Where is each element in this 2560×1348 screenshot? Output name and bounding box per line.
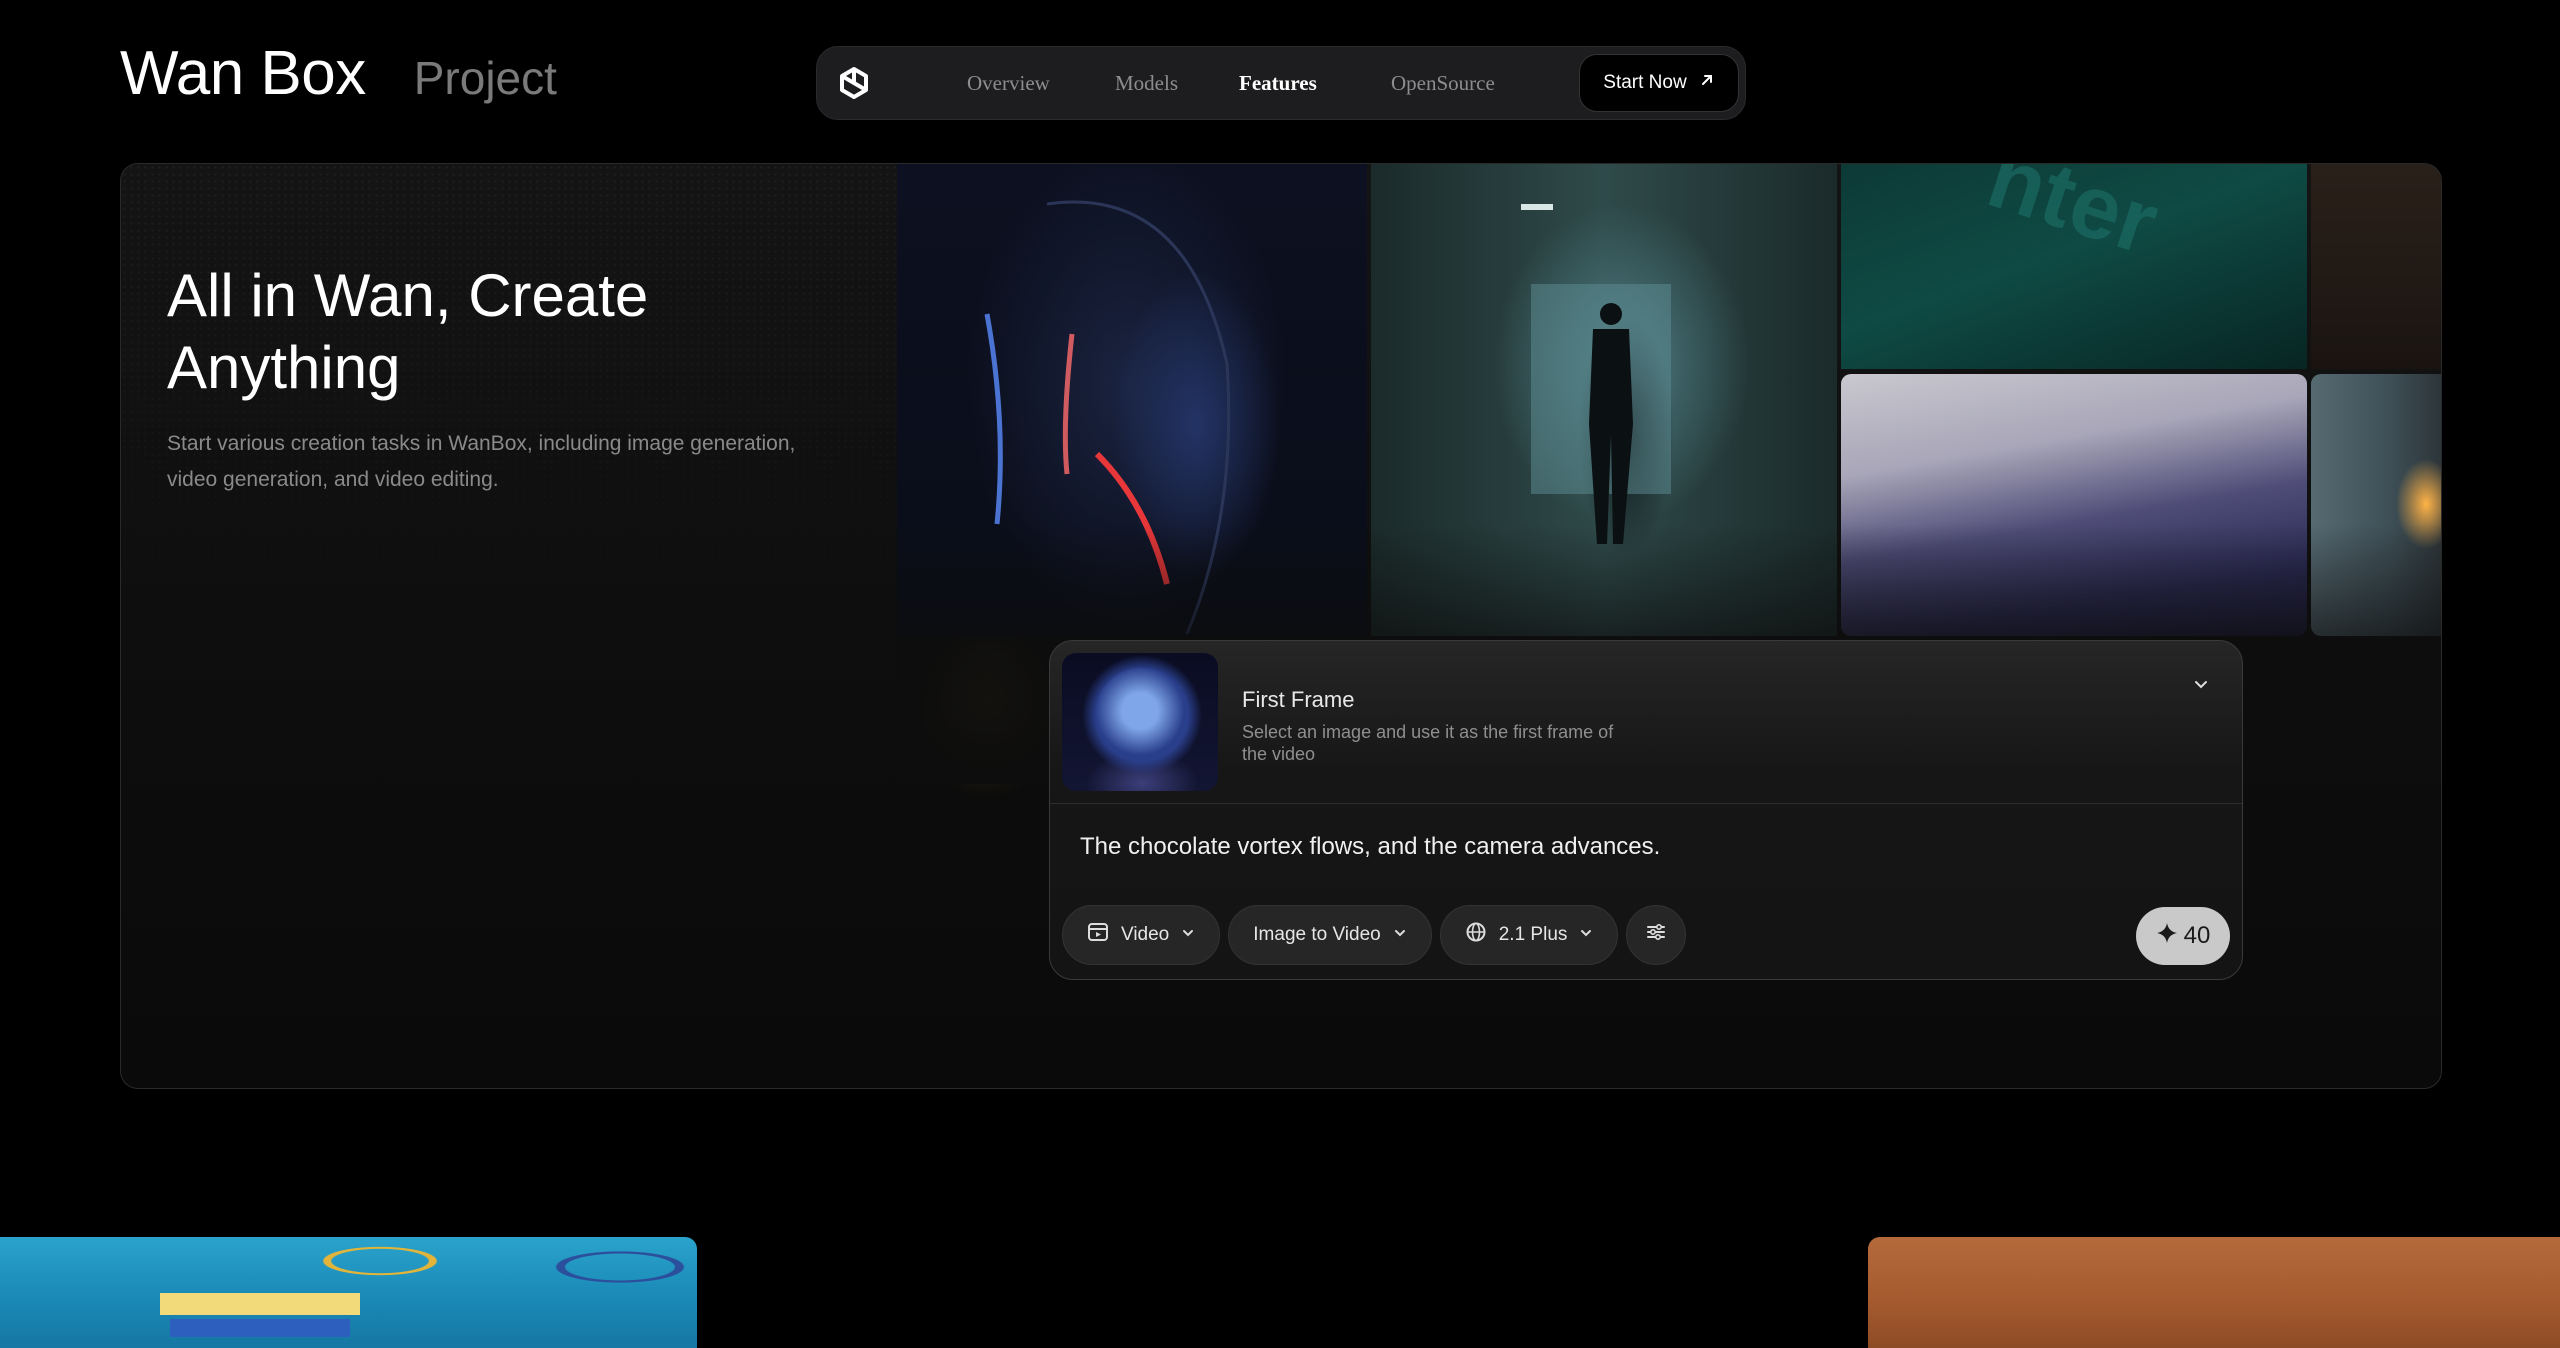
brand-title: Wan Box xyxy=(120,39,366,108)
hero-card: All in Wan, Create Anything Start variou… xyxy=(120,163,2442,1089)
gallery-image-warm-tone xyxy=(1868,1237,2560,1348)
chevron-down-icon xyxy=(1579,924,1593,946)
media-type-label: Video xyxy=(1121,924,1170,945)
gallery-image-aircraft-wing xyxy=(1841,374,2307,636)
ambient-glow xyxy=(917,634,1057,794)
nav-link-features[interactable]: Features xyxy=(1239,71,1317,96)
model-label: 2.1 Plus xyxy=(1498,924,1568,945)
brand-subtitle: Project xyxy=(413,52,557,104)
first-frame-section: First Frame Select an image and use it a… xyxy=(1050,641,2242,804)
arrow-up-right-icon xyxy=(1699,72,1715,94)
brand[interactable]: Wan Box Project xyxy=(120,38,557,109)
gallery-image-pool xyxy=(0,1237,697,1348)
start-now-label: Start Now xyxy=(1603,72,1687,93)
gallery-image-enter-key: nter xyxy=(1841,164,2307,369)
video-icon xyxy=(1087,921,1109,949)
nav-link-opensource[interactable]: OpenSource xyxy=(1391,71,1495,96)
credits-value: 40 xyxy=(2183,922,2211,949)
composer-controls: Video Image to Video 2.1 Plus xyxy=(1062,905,1687,965)
settings-button[interactable] xyxy=(1626,905,1687,965)
hero-description: Start various creation tasks in WanBox, … xyxy=(167,432,796,491)
first-frame-description: Select an image and use it as the first … xyxy=(1242,722,1614,764)
globe-icon xyxy=(1465,921,1487,949)
first-frame-title: First Frame xyxy=(1242,687,1355,712)
sparkle-icon xyxy=(2156,922,2178,951)
top-navigation: Overview Models Features OpenSource Star… xyxy=(816,46,1746,120)
nav-link-models[interactable]: Models xyxy=(1115,71,1178,96)
sliders-icon xyxy=(1645,921,1667,949)
chevron-down-icon xyxy=(1393,924,1407,946)
wan-logo-icon[interactable] xyxy=(835,65,873,103)
prompt-text[interactable]: The chocolate vortex flows, and the came… xyxy=(1080,833,1660,861)
generation-mode-label: Image to Video xyxy=(1253,924,1381,945)
nav-link-overview[interactable]: Overview xyxy=(967,71,1050,96)
gallery-image-hallway xyxy=(1371,164,1837,636)
creation-composer: First Frame Select an image and use it a… xyxy=(1049,640,2243,980)
model-select[interactable]: 2.1 Plus xyxy=(1439,905,1619,965)
gallery-image-glow-lamp xyxy=(2311,374,2441,636)
gallery-image-dark-texture xyxy=(2311,164,2441,369)
chevron-down-icon xyxy=(1181,924,1195,946)
first-frame-thumbnail[interactable] xyxy=(1062,653,1218,791)
generation-mode-select[interactable]: Image to Video xyxy=(1228,905,1432,965)
gallery-image-neon-rider xyxy=(897,164,1367,636)
hero-title: All in Wan, Create Anything xyxy=(167,262,649,401)
start-now-button[interactable]: Start Now xyxy=(1579,54,1739,112)
media-type-select[interactable]: Video xyxy=(1062,905,1221,965)
generate-button[interactable]: 40 xyxy=(2136,907,2230,965)
chevron-down-icon[interactable] xyxy=(2188,671,2214,697)
svg-text:nter: nter xyxy=(1977,164,2170,274)
